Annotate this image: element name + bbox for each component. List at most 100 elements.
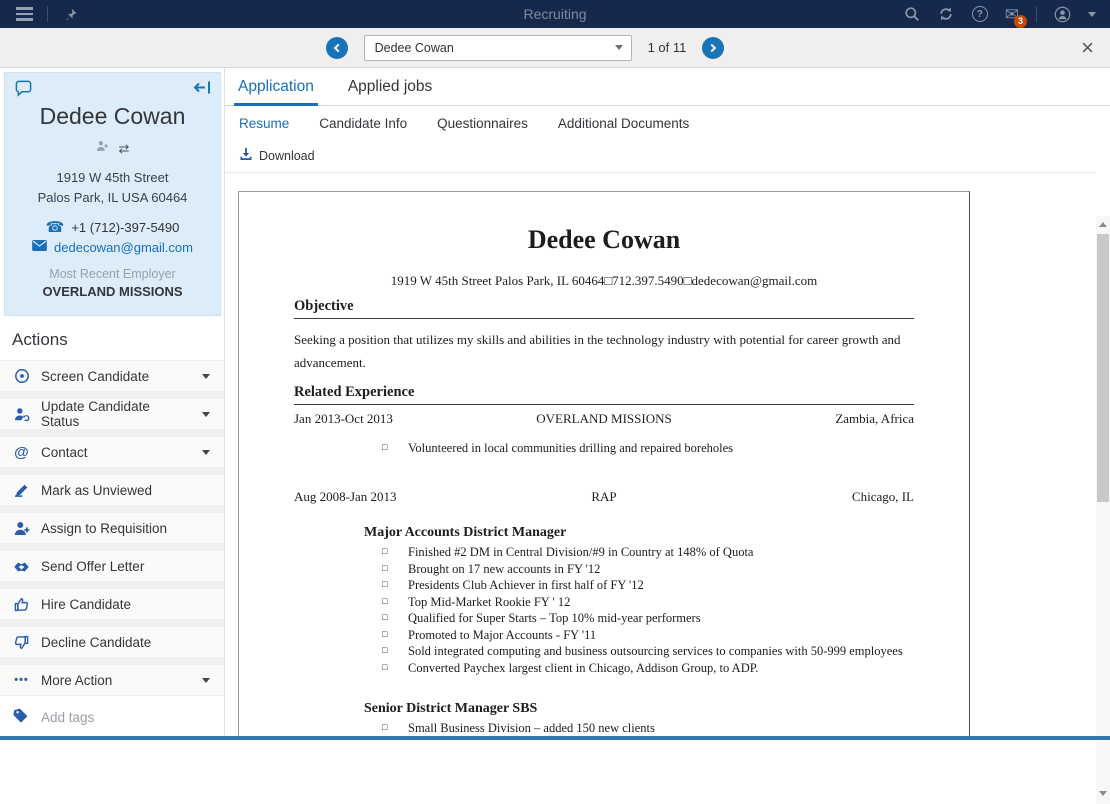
subtab-questionnaires[interactable]: Questionnaires xyxy=(437,116,528,131)
actions-list: Screen Candidate Update Candidate Status… xyxy=(0,360,224,696)
download-button[interactable]: Download xyxy=(225,140,315,172)
mail-icon[interactable]: ✉ 3 xyxy=(1005,6,1019,23)
download-icon xyxy=(239,147,253,166)
scroll-down-icon[interactable] xyxy=(1099,791,1107,796)
action-decline-candidate[interactable]: Decline Candidate xyxy=(0,627,224,657)
chevron-down-icon xyxy=(202,374,210,379)
tab-bar: Application Applied jobs xyxy=(225,68,1110,106)
chevron-down-icon xyxy=(202,412,210,417)
resume-job-header: Jan 2013-Oct 2013 OVERLAND MISSIONS Zamb… xyxy=(294,405,914,427)
resume-viewer: Dedee Cowan 1919 W 45th Street Palos Par… xyxy=(225,172,1096,736)
collapse-panel-icon[interactable] xyxy=(193,80,211,100)
subtab-additional-documents[interactable]: Additional Documents xyxy=(558,116,689,131)
top-bar: Recruiting ? ✉ 3 xyxy=(0,0,1110,28)
resume-page: Dedee Cowan 1919 W 45th Street Palos Par… xyxy=(238,191,970,736)
resume-bullet: Converted Paychex largest client in Chic… xyxy=(382,661,914,676)
resume-bullet-list: Small Business Division – added 150 new … xyxy=(382,721,914,736)
ellipsis-icon: ••• xyxy=(13,672,30,689)
candidate-summary-card: Dedee Cowan ⇄ 1919 W 45th Street Palos P… xyxy=(4,72,221,316)
resume-bullet: Brought on 17 new accounts in FY '12 xyxy=(382,562,914,577)
action-send-offer-letter[interactable]: Send Offer Letter xyxy=(0,551,224,581)
address-line-2: Palos Park, IL USA 60464 xyxy=(5,188,220,208)
phone-icon: ☎ xyxy=(46,220,65,235)
candidate-nav-bar: Dedee Cowan 1 of 11 × xyxy=(0,28,1110,68)
help-icon[interactable]: ? xyxy=(972,6,988,22)
action-mark-as-unviewed[interactable]: Mark as Unviewed xyxy=(0,475,224,505)
selected-candidate-name: Dedee Cowan xyxy=(375,41,454,55)
tag-icon xyxy=(13,707,29,728)
resume-bullet: Volunteered in local communities drillin… xyxy=(382,441,914,456)
action-update-candidate-status[interactable]: Update Candidate Status xyxy=(0,399,224,429)
resume-objective-heading: Objective xyxy=(294,298,914,319)
thumbs-down-icon xyxy=(13,634,30,651)
chevron-right-icon xyxy=(708,43,716,51)
action-contact[interactable]: @ Contact xyxy=(0,437,224,467)
resume-objective-text: Seeking a position that utilizes my skil… xyxy=(294,329,914,375)
action-assign-to-requisition[interactable]: Assign to Requisition xyxy=(0,513,224,543)
comments-icon[interactable] xyxy=(14,80,33,102)
resume-bullet: Finished #2 DM in Central Division/#9 in… xyxy=(382,545,914,560)
scroll-up-icon[interactable] xyxy=(1099,222,1107,227)
thumbs-up-icon xyxy=(13,596,30,613)
close-button[interactable]: × xyxy=(1081,37,1094,59)
candidate-phone: +1 (712)-397-5490 xyxy=(71,220,179,235)
bottom-accent-bar xyxy=(0,736,1110,740)
pen-icon xyxy=(13,482,30,499)
employer-name: OVERLAND MISSIONS xyxy=(5,284,220,299)
resume-name: Dedee Cowan xyxy=(294,224,914,255)
subtab-resume[interactable]: Resume xyxy=(239,116,289,131)
candidate-name: Dedee Cowan xyxy=(5,103,220,130)
vertical-scrollbar[interactable] xyxy=(1096,216,1110,804)
candidate-sidebar: Dedee Cowan ⇄ 1919 W 45th Street Palos P… xyxy=(0,68,225,736)
add-tags-placeholder: Add tags xyxy=(41,710,94,725)
search-icon[interactable] xyxy=(904,6,921,23)
resume-bullet: Presidents Club Achiever in first half o… xyxy=(382,578,914,593)
subtab-candidate-info[interactable]: Candidate Info xyxy=(319,116,407,131)
candidate-email-link[interactable]: dedecowan@gmail.com xyxy=(54,240,193,255)
envelope-icon xyxy=(32,238,47,256)
mail-badge: 3 xyxy=(1014,15,1027,28)
subtab-bar: Resume Candidate Info Questionnaires Add… xyxy=(225,106,1110,140)
resume-bullet: Promoted to Major Accounts - FY '11 xyxy=(382,628,914,643)
resume-bullet-list: Volunteered in local communities drillin… xyxy=(382,441,914,456)
next-candidate-button[interactable] xyxy=(702,37,724,59)
action-screen-candidate[interactable]: Screen Candidate xyxy=(0,361,224,391)
person-plus-icon xyxy=(13,520,30,537)
action-hire-candidate[interactable]: Hire Candidate xyxy=(0,589,224,619)
resume-job-header: Aug 2008-Jan 2013 RAP Chicago, IL xyxy=(294,483,914,505)
person-status-icon xyxy=(13,406,30,423)
refresh-icon[interactable] xyxy=(938,6,955,23)
profile-caret-icon[interactable] xyxy=(1088,12,1096,17)
employer-label: Most Recent Employer xyxy=(5,267,220,281)
previous-candidate-button[interactable] xyxy=(326,37,348,59)
address-line-1: 1919 W 45th Street xyxy=(5,168,220,188)
profile-icon[interactable] xyxy=(1054,6,1071,23)
resume-bullet-list: Finished #2 DM in Central Division/#9 in… xyxy=(382,545,914,675)
resume-role-title: Major Accounts District Manager xyxy=(364,525,914,541)
handshake-icon xyxy=(13,558,30,575)
resume-bullet: Top Mid-Market Rookie FY ' 12 xyxy=(382,595,914,610)
action-more-action[interactable]: ••• More Action xyxy=(0,665,224,695)
chevron-down-icon xyxy=(202,450,210,455)
swap-icon[interactable]: ⇄ xyxy=(119,142,130,155)
person-add-icon[interactable] xyxy=(96,139,109,157)
divider xyxy=(1036,6,1037,22)
at-icon: @ xyxy=(13,444,30,461)
tab-applied-jobs[interactable]: Applied jobs xyxy=(348,78,432,105)
main-content: Application Applied jobs Resume Candidat… xyxy=(225,68,1110,736)
resume-contact-line: 1919 W 45th Street Palos Park, IL 60464□… xyxy=(294,273,914,289)
chevron-down-icon xyxy=(615,45,623,50)
resume-bullet: Sold integrated computing and business o… xyxy=(382,644,914,659)
actions-heading: Actions xyxy=(12,330,68,350)
pagination-indicator: 1 of 11 xyxy=(648,40,687,55)
scrollbar-thumb[interactable] xyxy=(1097,234,1109,502)
chevron-left-icon xyxy=(334,43,342,51)
tab-application[interactable]: Application xyxy=(238,78,314,105)
candidate-selector-dropdown[interactable]: Dedee Cowan xyxy=(364,35,632,61)
screen-target-icon xyxy=(13,368,30,385)
chevron-down-icon xyxy=(202,678,210,683)
add-tags-field[interactable]: Add tags xyxy=(0,702,224,732)
resume-role-title: Senior District Manager SBS xyxy=(364,701,914,717)
resume-experience-heading: Related Experience xyxy=(294,384,914,405)
resume-bullet: Qualified for Super Starts – Top 10% mid… xyxy=(382,611,914,626)
